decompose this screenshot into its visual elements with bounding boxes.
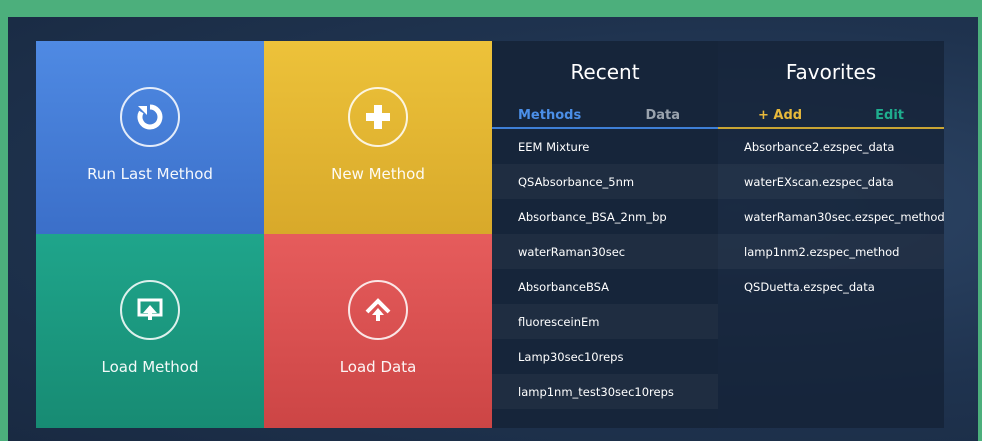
new-method-label: New Method	[331, 164, 425, 183]
recent-title: Recent	[570, 60, 640, 84]
upload-icon	[348, 280, 408, 340]
new-method-tile[interactable]: New Method	[264, 41, 492, 234]
recent-item[interactable]: waterRaman30sec	[492, 234, 718, 269]
home-panel: Run Last Method New Method Load Method L…	[36, 41, 945, 428]
recent-tabs: Methods Data	[492, 103, 718, 129]
load-method-label: Load Method	[101, 358, 199, 376]
favorite-item[interactable]: Absorbance2.ezspec_data	[718, 129, 944, 164]
load-data-tile[interactable]: Load Data	[264, 234, 492, 428]
refresh-icon	[120, 86, 180, 147]
load-method-tile[interactable]: Load Method	[36, 234, 264, 428]
tab-data[interactable]: Data	[645, 108, 680, 123]
edit-favorites-button[interactable]: Edit	[875, 108, 904, 123]
run-last-method-tile[interactable]: Run Last Method	[36, 41, 264, 234]
recent-item[interactable]: Lamp30sec10reps	[492, 339, 718, 374]
run-last-method-label: Run Last Method	[87, 164, 213, 183]
add-favorite-button[interactable]: + Add	[758, 108, 802, 123]
recent-item[interactable]: EEM Mixture	[492, 129, 718, 164]
favorites-tabs: + Add Edit	[718, 103, 944, 129]
recent-panel: Recent Methods Data EEM Mixture QSAbsorb…	[492, 41, 718, 428]
load-data-label: Load Data	[339, 358, 417, 376]
favorite-item[interactable]: waterRaman30sec.ezspec_method	[718, 199, 945, 234]
app-screen: Run Last Method New Method Load Method L…	[8, 17, 978, 441]
plus-icon	[348, 86, 408, 147]
recent-item[interactable]: Absorbance_BSA_2nm_bp	[492, 199, 718, 234]
favorite-item[interactable]: lamp1nm2.ezspec_method	[718, 234, 944, 269]
recent-item[interactable]: AbsorbanceBSA	[492, 269, 718, 304]
recent-item[interactable]: lamp1nm_test30sec10reps	[492, 374, 718, 409]
action-tiles: Run Last Method New Method Load Method L…	[36, 41, 492, 428]
favorites-title: Favorites	[785, 60, 877, 84]
tab-methods[interactable]: Methods	[518, 108, 581, 123]
load-method-icon	[120, 280, 180, 340]
favorites-panel: Favorites + Add Edit Absorbance2.ezspec_…	[718, 41, 945, 428]
favorite-item[interactable]: waterEXscan.ezspec_data	[718, 164, 944, 199]
recent-item[interactable]: QSAbsorbance_5nm	[492, 164, 718, 199]
favorite-item[interactable]: QSDuetta.ezspec_data	[718, 269, 944, 304]
recent-item[interactable]: fluoresceinEm	[492, 304, 718, 339]
